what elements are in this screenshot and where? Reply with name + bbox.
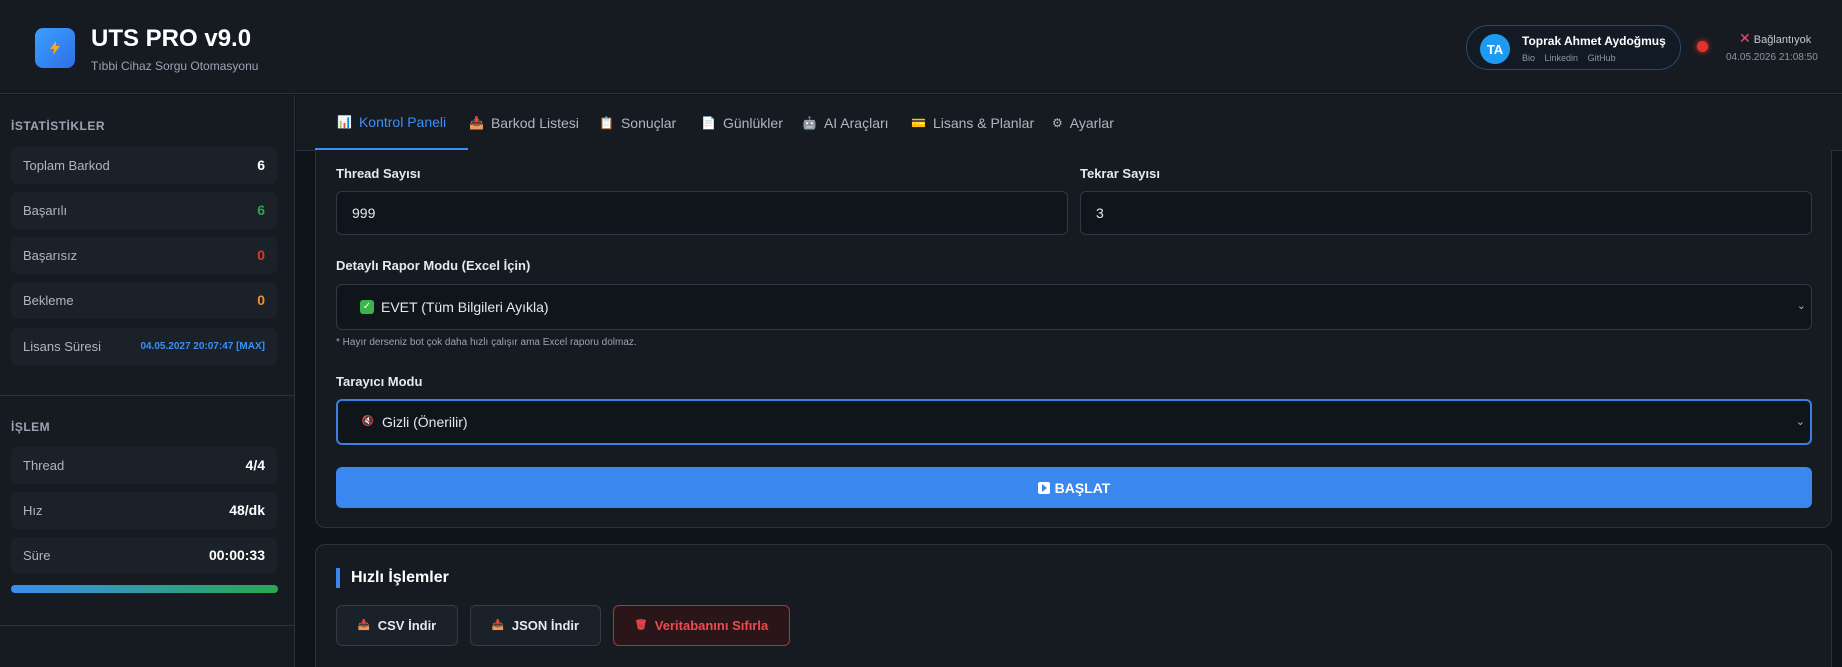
tab-label: Kontrol Paneli <box>358 113 447 130</box>
stat-value: 0 <box>257 247 265 263</box>
license-label: Lisans Süresi <box>23 339 102 354</box>
json-download-button[interactable]: 📥 JSON İndir <box>470 605 601 646</box>
report-mode-select[interactable]: ✓ EVET (Tüm Bilgileri Ayıkla) ⌄ <box>336 284 1812 330</box>
process-value: 00:00:33 <box>208 547 265 563</box>
gear-icon: ⚙ <box>1052 116 1063 130</box>
process-thread: Thread 4/4 <box>11 447 277 484</box>
tab-settings[interactable]: ⚙ Ayarlar <box>1030 95 1136 151</box>
process-value: 4/4 <box>245 457 265 473</box>
app-subtitle: Tıbbi Cihaz Sorgu Otomasyonu <box>91 59 259 73</box>
chart-icon: 📊 <box>337 114 352 129</box>
chevron-down-icon: ⌄ <box>1795 416 1805 428</box>
quick-actions-title: Hızlı İşlemler <box>336 568 449 588</box>
stat-label: Başarılı <box>23 203 68 218</box>
log-icon: 📄 <box>701 116 716 130</box>
robot-icon: 🤖 <box>802 116 817 130</box>
document-icon: 📋 <box>599 116 614 130</box>
process-section-title: İŞLEM <box>11 420 51 434</box>
stat-pending: Bekleme 0 <box>11 282 277 319</box>
process-label: Süre <box>23 548 51 563</box>
inbox-icon: 📥 <box>469 116 484 130</box>
stat-value: 6 <box>257 202 265 218</box>
progress-bar <box>11 585 278 593</box>
play-icon <box>1037 481 1050 494</box>
process-speed: Hız 48/dk <box>11 492 277 529</box>
reset-database-button[interactable]: 🗑 Veritabanını Sıfırla <box>613 605 790 646</box>
tab-label: Sonuçlar <box>620 115 677 131</box>
process-value: 48/dk <box>229 502 265 518</box>
stat-value: 0 <box>257 292 265 308</box>
tab-label: Barkod Listesi <box>490 115 579 131</box>
sidebar-divider <box>0 625 295 626</box>
user-name: Toprak Ahmet Aydoğmuş <box>1522 34 1666 48</box>
browser-mode-select[interactable]: 🔇 Gizli (Önerilir) ⌄ <box>336 399 1812 445</box>
inbox-icon: 📥 <box>357 619 371 631</box>
report-mode-label: Detaylı Rapor Modu (Excel İçin) <box>336 258 531 273</box>
timestamp: 04.05.2026 21:08:50 <box>1726 52 1818 63</box>
stats-section-title: İSTATİSTİKLER <box>11 119 106 133</box>
start-button[interactable]: BAŞLAT <box>336 467 1812 508</box>
bio-link[interactable]: Bio <box>1522 53 1535 63</box>
repeat-count-input[interactable] <box>1080 191 1812 235</box>
stat-failed: Başarısız 0 <box>11 237 277 274</box>
report-mode-value: EVET (Tüm Bilgileri Ayıkla) <box>381 299 549 315</box>
tab-label: Ayarlar <box>1069 115 1114 131</box>
license-duration: Lisans Süresi 04.05.2027 20:07:47 [MAX] <box>11 328 277 366</box>
app-title: UTS PRO v9.0 <box>91 25 252 52</box>
stat-label: Toplam Barkod <box>23 158 110 173</box>
csv-download-button[interactable]: 📥 CSV İndir <box>336 605 458 646</box>
checkmark-icon: ✓ <box>360 300 374 314</box>
connection-status-text: Bağlantıyok <box>1753 34 1812 46</box>
app-header: UTS PRO v9.0 Tıbbi Cihaz Sorgu Otomasyon… <box>0 0 1842 94</box>
connection-status-dot <box>1697 41 1708 52</box>
browser-mode-value: Gizli (Önerilir) <box>382 414 468 430</box>
stat-label: Bekleme <box>23 293 74 308</box>
tab-label: Günlükler <box>722 115 783 131</box>
process-duration: Süre 00:00:33 <box>11 537 277 574</box>
license-value: 04.05.2027 20:07:47 [MAX] <box>140 341 265 352</box>
thread-count-label: Thread Sayısı <box>336 166 421 181</box>
start-button-label: BAŞLAT <box>1054 479 1111 496</box>
lightning-icon <box>50 41 60 55</box>
csv-download-label: CSV İndir <box>377 618 437 633</box>
close-icon: ✕ <box>1739 30 1751 46</box>
browser-mode-label: Tarayıcı Modu <box>336 374 423 389</box>
github-link[interactable]: GitHub <box>1588 53 1616 63</box>
progress-fill <box>11 585 278 593</box>
sidebar-divider <box>0 395 295 396</box>
stat-success: Başarılı 6 <box>11 192 277 229</box>
app-logo <box>35 28 75 68</box>
user-links: Bio Linkedin GitHub <box>1522 53 1623 63</box>
card-icon: 💳 <box>911 116 926 130</box>
avatar: TA <box>1480 34 1510 64</box>
chevron-down-icon: ⌄ <box>1796 300 1806 312</box>
linkedin-link[interactable]: Linkedin <box>1545 53 1579 63</box>
tab-bar: 📊 Kontrol Paneli 📥 Barkod Listesi 📋 Sonuçla… <box>296 95 1842 151</box>
tab-label: Lisans & Planlar <box>932 115 1035 131</box>
thread-count-input[interactable] <box>336 191 1068 235</box>
stat-total-barcode: Toplam Barkod 6 <box>11 147 277 184</box>
sidebar: İSTATİSTİKLER Toplam Barkod 6 Başarılı 6… <box>0 95 295 667</box>
process-label: Hız <box>23 503 43 518</box>
process-label: Thread <box>23 458 65 473</box>
json-download-label: JSON İndir <box>511 618 580 633</box>
connection-status: ✕ Bağlantıyok <box>1739 30 1811 47</box>
trash-icon: 🗑 <box>634 619 648 631</box>
tab-control-panel[interactable]: 📊 Kontrol Paneli <box>315 95 469 151</box>
reset-database-label: Veritabanını Sıfırla <box>654 618 769 633</box>
mute-icon: 🔇 <box>361 416 375 427</box>
tab-label: AI Araçları <box>823 115 889 131</box>
report-mode-hint: * Hayır derseniz bot çok daha hızlı çalı… <box>336 337 637 348</box>
stat-label: Başarısız <box>23 248 78 263</box>
stat-value: 6 <box>257 157 265 173</box>
user-profile-card[interactable]: TA Toprak Ahmet Aydoğmuş Bio Linkedin Gi… <box>1466 25 1681 70</box>
repeat-count-label: Tekrar Sayısı <box>1080 166 1160 181</box>
inbox-icon: 📥 <box>491 619 505 631</box>
